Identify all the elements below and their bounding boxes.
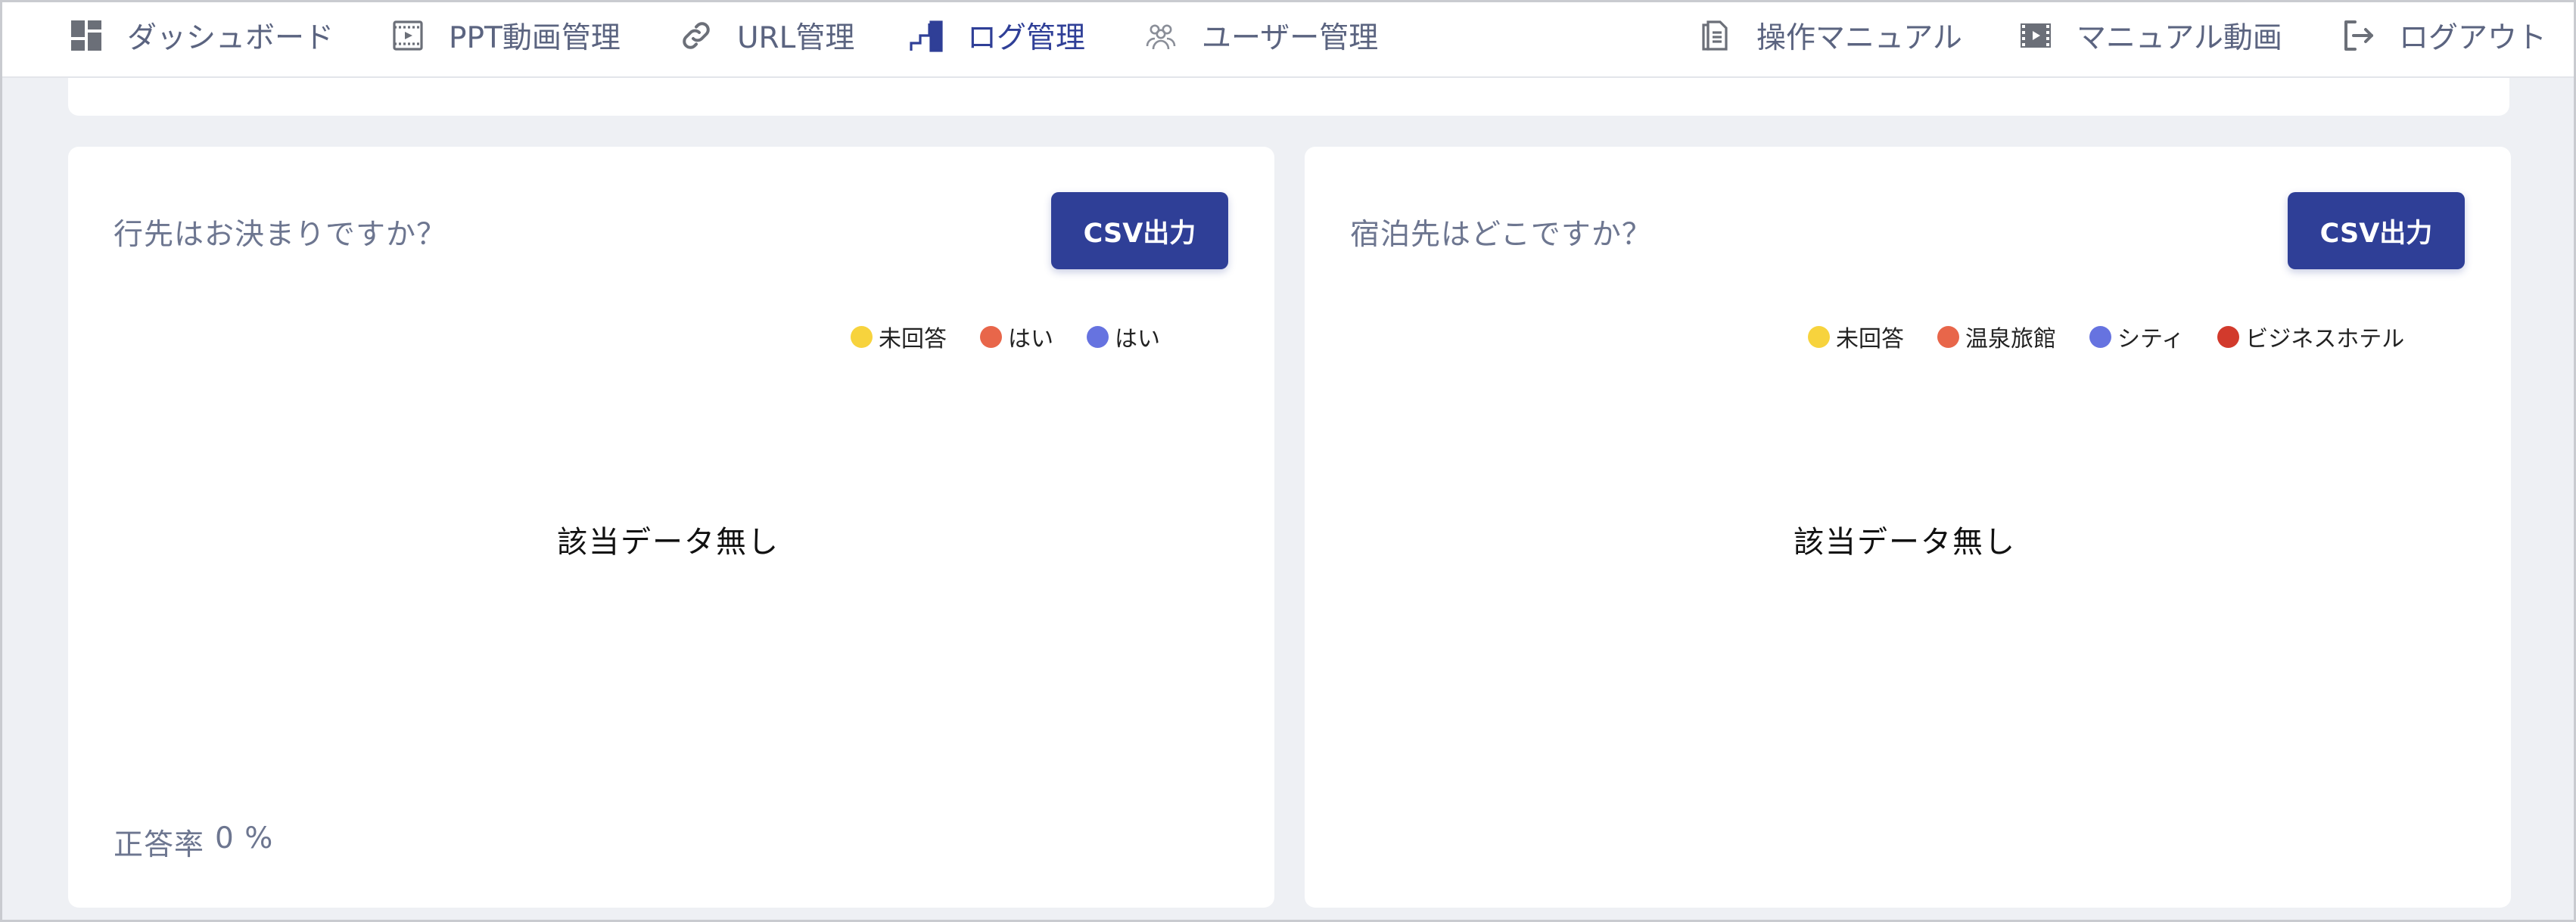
link-icon <box>683 22 710 49</box>
question-title: 行先はお決まりですか？ <box>114 218 447 252</box>
nav-item-manual-video[interactable]: マニュアル動画 <box>2018 13 2282 58</box>
legend-dot <box>851 325 873 348</box>
nav-item-users[interactable]: ユーザー管理 <box>1143 13 1378 58</box>
legend-dot <box>980 325 1002 348</box>
legend-dot <box>1087 325 1109 348</box>
no-data-message: 該当データ無し <box>557 525 779 560</box>
legend-item-yes-2[interactable]: はい <box>1087 320 1160 353</box>
nav-item-label: ログアウト <box>2399 21 2547 55</box>
legend-dot <box>1937 325 1959 348</box>
csv-export-button[interactable]: CSV出力 <box>1051 192 1228 269</box>
legend-label: 未回答 <box>1836 326 1904 352</box>
app-frame: ダッシュボード PPT動画管理 URL管理 ログ管理 ユーザー管理 操作マニュア… <box>0 0 2576 922</box>
nav-item-label: ログ管理 <box>967 21 1086 55</box>
upper-panel <box>68 78 2509 116</box>
legend-label: はい <box>1008 326 1053 352</box>
log-chart-icon <box>910 20 943 52</box>
top-nav: ダッシュボード PPT動画管理 URL管理 ログ管理 ユーザー管理 操作マニュア… <box>2 2 2574 78</box>
nav-item-manual[interactable]: 操作マニュアル <box>1697 13 1962 58</box>
legend-item-unanswered[interactable]: 未回答 <box>1808 320 1904 353</box>
question-title: 宿泊先はどこですか？ <box>1350 218 1652 252</box>
legend-item-yes-1[interactable]: はい <box>980 320 1053 353</box>
nav-item-label: 操作マニュアル <box>1756 21 1962 55</box>
accuracy-rate: 正答率 0 % <box>114 821 273 864</box>
accuracy-rate-value: 0 % <box>215 821 274 855</box>
chart-legend: 未回答 はい はい <box>851 320 1160 353</box>
question-card-lodging: 宿泊先はどこですか？ CSV出力 未回答 温泉旅館 シティ ビジネスホテル 該当… <box>1305 147 2511 908</box>
accuracy-rate-label: 正答率 <box>114 828 205 862</box>
nav-item-ppt-video[interactable]: PPT動画管理 <box>390 13 621 58</box>
nav-item-log[interactable]: ログ管理 <box>908 13 1085 58</box>
nav-item-label: ダッシュボード <box>127 21 334 55</box>
legend-dot <box>2089 325 2111 348</box>
legend-label: はい <box>1115 326 1160 352</box>
legend-item-unanswered[interactable]: 未回答 <box>851 320 947 353</box>
legend-label: シティ <box>2117 326 2185 352</box>
document-icon <box>1702 20 1728 51</box>
nav-item-label: ユーザー管理 <box>1202 21 1379 55</box>
legend-item-city[interactable]: シティ <box>2089 320 2184 353</box>
logout-icon <box>2344 20 2373 51</box>
chart-legend: 未回答 温泉旅館 シティ ビジネスホテル <box>1808 320 2404 353</box>
nav-item-label: URL管理 <box>737 21 855 55</box>
nav-item-dashboard[interactable]: ダッシュボード <box>68 13 334 58</box>
legend-dot <box>1808 325 1830 348</box>
legend-dot <box>2217 325 2240 348</box>
legend-label: 未回答 <box>879 326 947 352</box>
legend-item-business-hotel[interactable]: ビジネスホテル <box>2217 320 2404 353</box>
no-data-message: 該当データ無し <box>1794 525 2016 560</box>
users-icon <box>1146 24 1176 50</box>
film-icon <box>2021 23 2051 48</box>
csv-export-button[interactable]: CSV出力 <box>2288 192 2465 269</box>
legend-item-onsen-ryokan[interactable]: 温泉旅館 <box>1937 320 2056 353</box>
legend-label: 温泉旅館 <box>1965 326 2056 352</box>
nav-item-label: PPT動画管理 <box>449 21 621 55</box>
question-card-destination: 行先はお決まりですか？ CSV出力 未回答 はい はい 該当データ無し 正答率 … <box>68 147 1274 908</box>
nav-item-url[interactable]: URL管理 <box>678 13 854 58</box>
nav-item-logout[interactable]: ログアウト <box>2340 13 2546 58</box>
legend-label: ビジネスホテル <box>2245 326 2405 352</box>
nav-item-label: マニュアル動画 <box>2077 21 2282 55</box>
video-file-icon <box>393 20 423 51</box>
dashboard-icon <box>71 20 101 51</box>
